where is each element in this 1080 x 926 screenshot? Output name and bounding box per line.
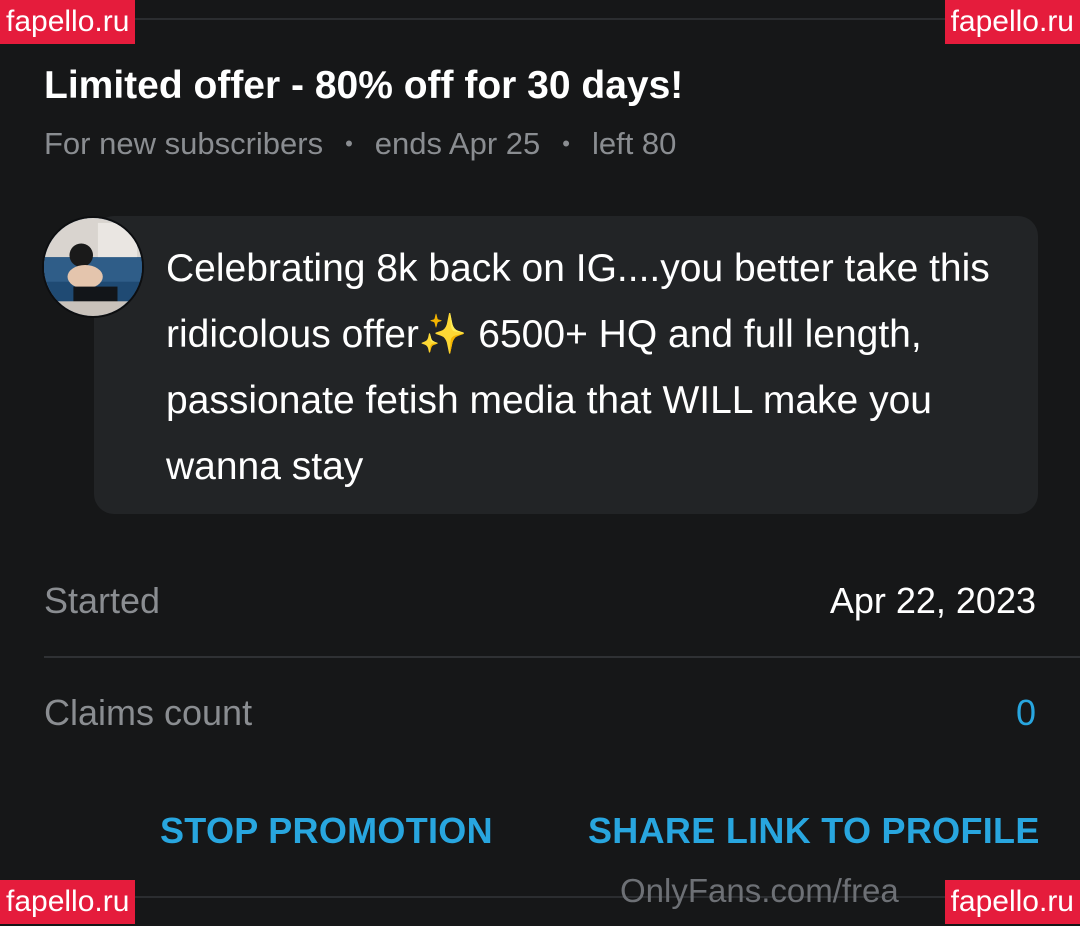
avatar-image [44, 218, 142, 316]
offer-meta: For new subscribers • ends Apr 25 • left… [44, 126, 676, 162]
watermark-bottom-right: fapello.ru [944, 880, 1080, 924]
bottom-divider [0, 896, 1080, 898]
footer-watermark: OnlyFans.com/frea [620, 872, 899, 909]
watermark-top-left: fapello.ru [0, 0, 136, 44]
claims-count-value[interactable]: 0 [1016, 692, 1036, 734]
started-label: Started [44, 580, 161, 621]
offer-ends: ends Apr 25 [374, 126, 541, 161]
offer-title: Limited offer - 80% off for 30 days! [44, 64, 684, 107]
avatar[interactable] [42, 216, 144, 318]
watermark-bottom-left: fapello.ru [0, 880, 136, 924]
watermark-top-right: fapello.ru [944, 0, 1080, 44]
row-divider [44, 656, 1080, 658]
offer-audience: For new subscribers [44, 126, 324, 161]
started-value: Apr 22, 2023 [829, 580, 1036, 621]
meta-separator: • [345, 131, 353, 156]
offer-left: left 80 [591, 126, 677, 161]
share-link-to-profile-button[interactable]: SHARE LINK TO PROFILE [588, 810, 1040, 852]
stop-promotion-button[interactable]: STOP PROMOTION [160, 810, 493, 852]
message-text: Celebrating 8k back on IG....you better … [166, 247, 990, 488]
meta-separator: • [562, 131, 570, 156]
top-divider [0, 18, 1080, 20]
claims-count-label: Claims count [44, 692, 253, 733]
